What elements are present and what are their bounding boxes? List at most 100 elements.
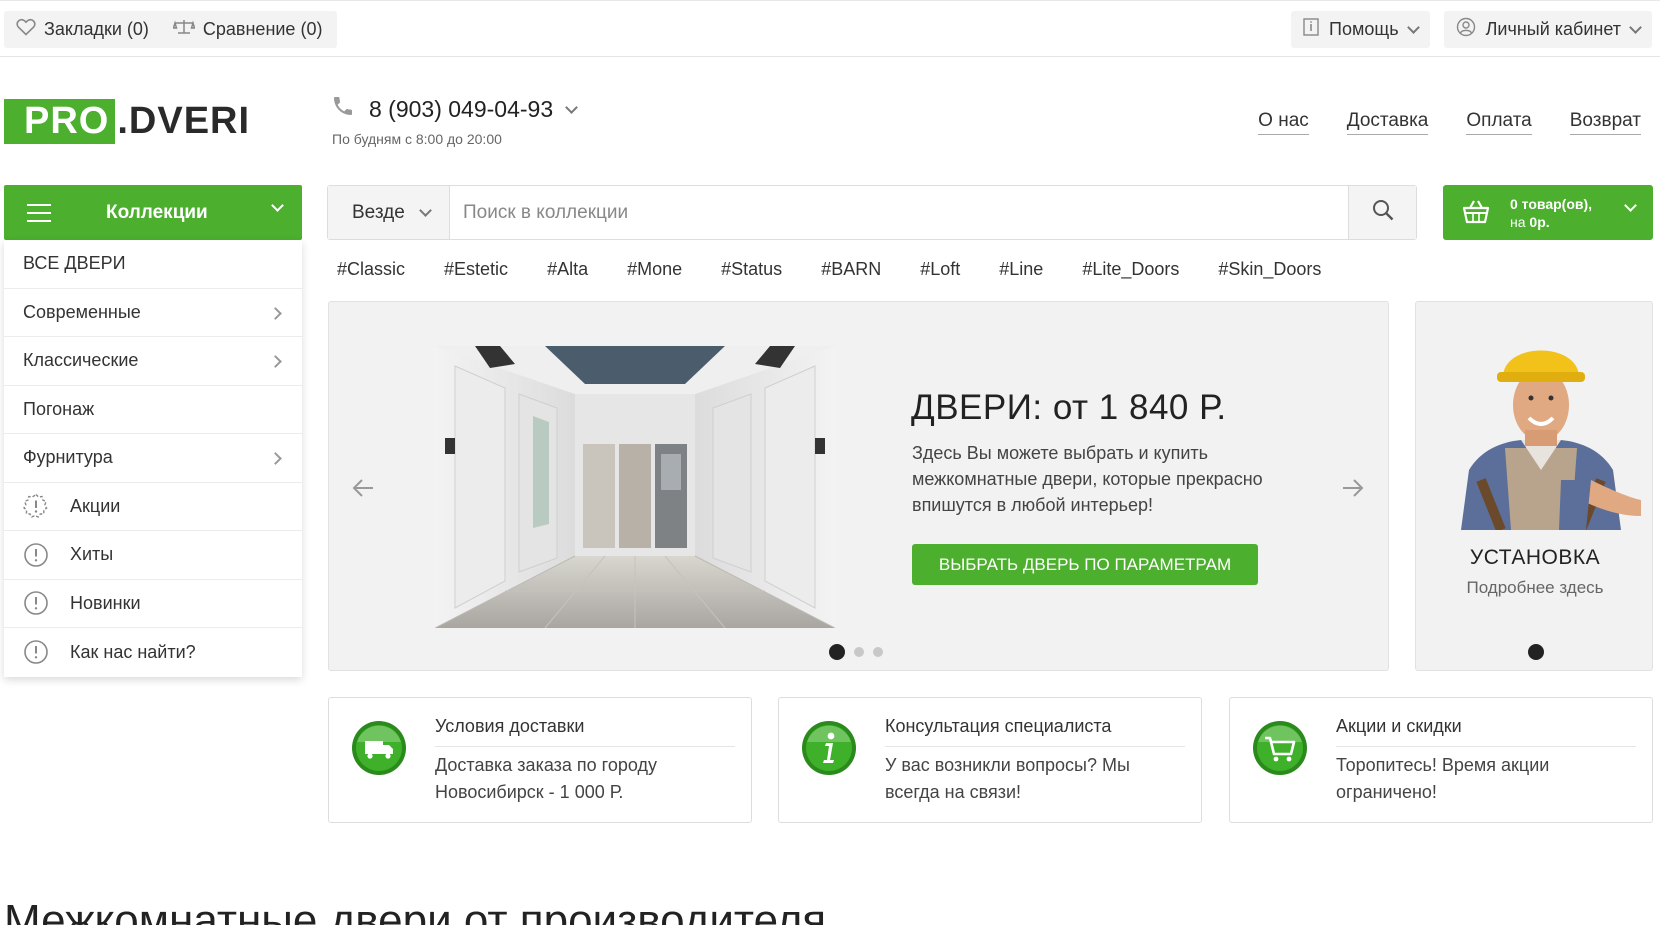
top-bar: Закладки (0) Сравнение (0) Помощь Личный… xyxy=(0,0,1660,57)
cart-amount: 0р. xyxy=(1529,214,1550,230)
info-icon xyxy=(799,718,859,778)
info-card-title: Условия доставки xyxy=(435,716,735,747)
exclamation-icon xyxy=(23,639,49,665)
search-bar: Везде xyxy=(327,185,1417,240)
tag-link[interactable]: #Line xyxy=(999,259,1043,280)
info-card-promotions[interactable]: Акции и скидки Торопитесь! Время акции о… xyxy=(1229,697,1653,823)
cart-summary: 0 товар(ов), на 0р. xyxy=(1510,195,1592,231)
badge-icon xyxy=(23,493,49,519)
chevron-right-icon xyxy=(269,306,282,320)
tag-link[interactable]: #Mone xyxy=(627,259,682,280)
logo-pro: PRO xyxy=(4,99,116,144)
info-card-title: Консультация специалиста xyxy=(885,716,1185,747)
slide-title: ДВЕРИ: от 1 840 Р. xyxy=(911,388,1227,427)
slider-dots xyxy=(829,644,883,660)
compare-link[interactable]: Сравнение (0) xyxy=(161,19,335,40)
menu-item-label: Современные xyxy=(23,301,141,322)
menu-item-classic[interactable]: Классические xyxy=(4,337,302,386)
menu-item-modern[interactable]: Современные xyxy=(4,289,302,337)
chevron-down-icon xyxy=(418,204,432,217)
search-scope-dropdown[interactable]: Везде xyxy=(328,186,450,239)
chevron-down-icon xyxy=(1624,199,1637,212)
tag-link[interactable]: #Status xyxy=(721,259,782,280)
installation-title: УСТАНОВКА xyxy=(1469,546,1601,569)
cart-count: 0 товар(ов), xyxy=(1510,196,1593,212)
cart-button[interactable]: 0 товар(ов), на 0р. xyxy=(1443,185,1653,240)
chevron-down-icon xyxy=(1629,21,1642,34)
info-square-icon xyxy=(1303,18,1319,41)
slide-description: Здесь Вы можете выбрать и купить межкомн… xyxy=(912,443,1263,515)
worker-image xyxy=(1441,330,1641,532)
search-input[interactable] xyxy=(450,186,1348,239)
nav-delivery[interactable]: Доставка xyxy=(1346,110,1429,135)
tag-link[interactable]: #Alta xyxy=(547,259,588,280)
menu-item-label: Классические xyxy=(23,350,139,371)
arrow-left-icon[interactable] xyxy=(351,477,375,504)
menu-item-label: Фурнитура xyxy=(23,447,113,468)
nav-about[interactable]: О нас xyxy=(1258,110,1309,135)
info-card-delivery[interactable]: Условия доставки Доставка заказа по горо… xyxy=(328,697,752,823)
phone-icon xyxy=(331,94,355,124)
tag-link[interactable]: #Skin_Doors xyxy=(1218,259,1321,280)
slider-dot[interactable] xyxy=(829,644,845,660)
phone-number: 8 (903) 049-04-93 xyxy=(369,95,554,122)
tag-link[interactable]: #Lite_Doors xyxy=(1082,259,1179,280)
chevron-down-icon xyxy=(565,100,578,114)
menu-item-label: Новинки xyxy=(70,592,141,613)
compare-label: Сравнение (0) xyxy=(202,19,323,39)
exclamation-icon xyxy=(23,590,49,616)
search-icon xyxy=(1372,199,1394,226)
basket-icon xyxy=(1462,199,1490,230)
account-label: Личный кабинет xyxy=(1485,19,1621,39)
collection-tags: #Classic #Estetic #Alta #Mone #Status #B… xyxy=(337,259,1360,280)
help-dropdown[interactable]: Помощь xyxy=(1291,11,1430,48)
info-card-text: Доставка заказа по городу Новосибирск - … xyxy=(435,755,657,802)
menu-item-all-doors[interactable]: ВСЕ ДВЕРИ xyxy=(4,240,302,289)
info-card-text: У вас возникли вопросы? Мы всегда на свя… xyxy=(885,755,1130,802)
choose-door-button[interactable]: ВЫБРАТЬ ДВЕРЬ ПО ПАРАМЕТРАМ xyxy=(912,544,1258,585)
hamburger-icon xyxy=(27,204,51,222)
menu-item-hits[interactable]: Хиты xyxy=(4,531,302,580)
menu-item-new[interactable]: Новинки xyxy=(4,580,302,628)
search-button[interactable] xyxy=(1348,186,1416,239)
menu-item-moldings[interactable]: Погонаж xyxy=(4,386,302,434)
menu-item-label: Как нас найти? xyxy=(70,641,196,662)
showroom-image xyxy=(435,346,835,628)
logo-dveri: .DVERI xyxy=(117,100,251,142)
phone-dropdown[interactable]: 8 (903) 049-04-93 xyxy=(331,94,578,124)
menu-item-find-us[interactable]: Как нас найти? xyxy=(4,628,302,677)
search-scope-label: Везде xyxy=(352,201,405,223)
heart-icon xyxy=(16,18,36,41)
site-logo[interactable]: PRO .DVERI xyxy=(4,99,256,144)
chevron-down-icon xyxy=(271,199,284,212)
collections-menu: ВСЕ ДВЕРИ Современные Классические Погон… xyxy=(4,240,302,677)
tag-link[interactable]: #BARN xyxy=(821,259,881,280)
slider-dot[interactable] xyxy=(873,647,883,657)
collections-button[interactable]: Коллекции xyxy=(4,185,302,240)
cart-prefix: на xyxy=(1510,214,1526,230)
chevron-right-icon xyxy=(269,355,282,368)
chevron-down-icon xyxy=(1406,21,1420,34)
menu-item-hardware[interactable]: Фурнитура xyxy=(4,434,302,483)
info-card-consultation[interactable]: Консультация специалиста У вас возникли … xyxy=(778,697,1202,823)
info-card-text: Торопитесь! Время акции ограничено! xyxy=(1336,755,1550,802)
nav-return[interactable]: Возврат xyxy=(1569,110,1641,135)
menu-item-label: Погонаж xyxy=(23,398,95,419)
page-heading: Межкомнатные двери от производителя xyxy=(4,896,827,925)
tag-link[interactable]: #Loft xyxy=(920,259,960,280)
bookmarks-link[interactable]: Закладки (0) xyxy=(4,18,161,41)
tag-link[interactable]: #Classic xyxy=(337,259,405,280)
slider-dot[interactable] xyxy=(854,647,864,657)
arrow-right-icon[interactable] xyxy=(1341,477,1365,504)
bookmarks-label: Закладки (0) xyxy=(44,19,149,39)
user-circle-icon xyxy=(1456,17,1476,42)
account-dropdown[interactable]: Личный кабинет xyxy=(1443,11,1652,48)
nav-payment[interactable]: Оплата xyxy=(1466,110,1532,135)
installation-more-link[interactable]: Подробнее здесь xyxy=(1416,578,1654,598)
info-card-title: Акции и скидки xyxy=(1336,716,1636,747)
installation-banner[interactable]: УСТАНОВКА Подробнее здесь xyxy=(1415,301,1653,671)
banner-dot[interactable] xyxy=(1528,644,1544,660)
tag-link[interactable]: #Estetic xyxy=(444,259,508,280)
menu-item-promotions[interactable]: Акции xyxy=(4,483,302,531)
truck-icon xyxy=(349,718,409,778)
